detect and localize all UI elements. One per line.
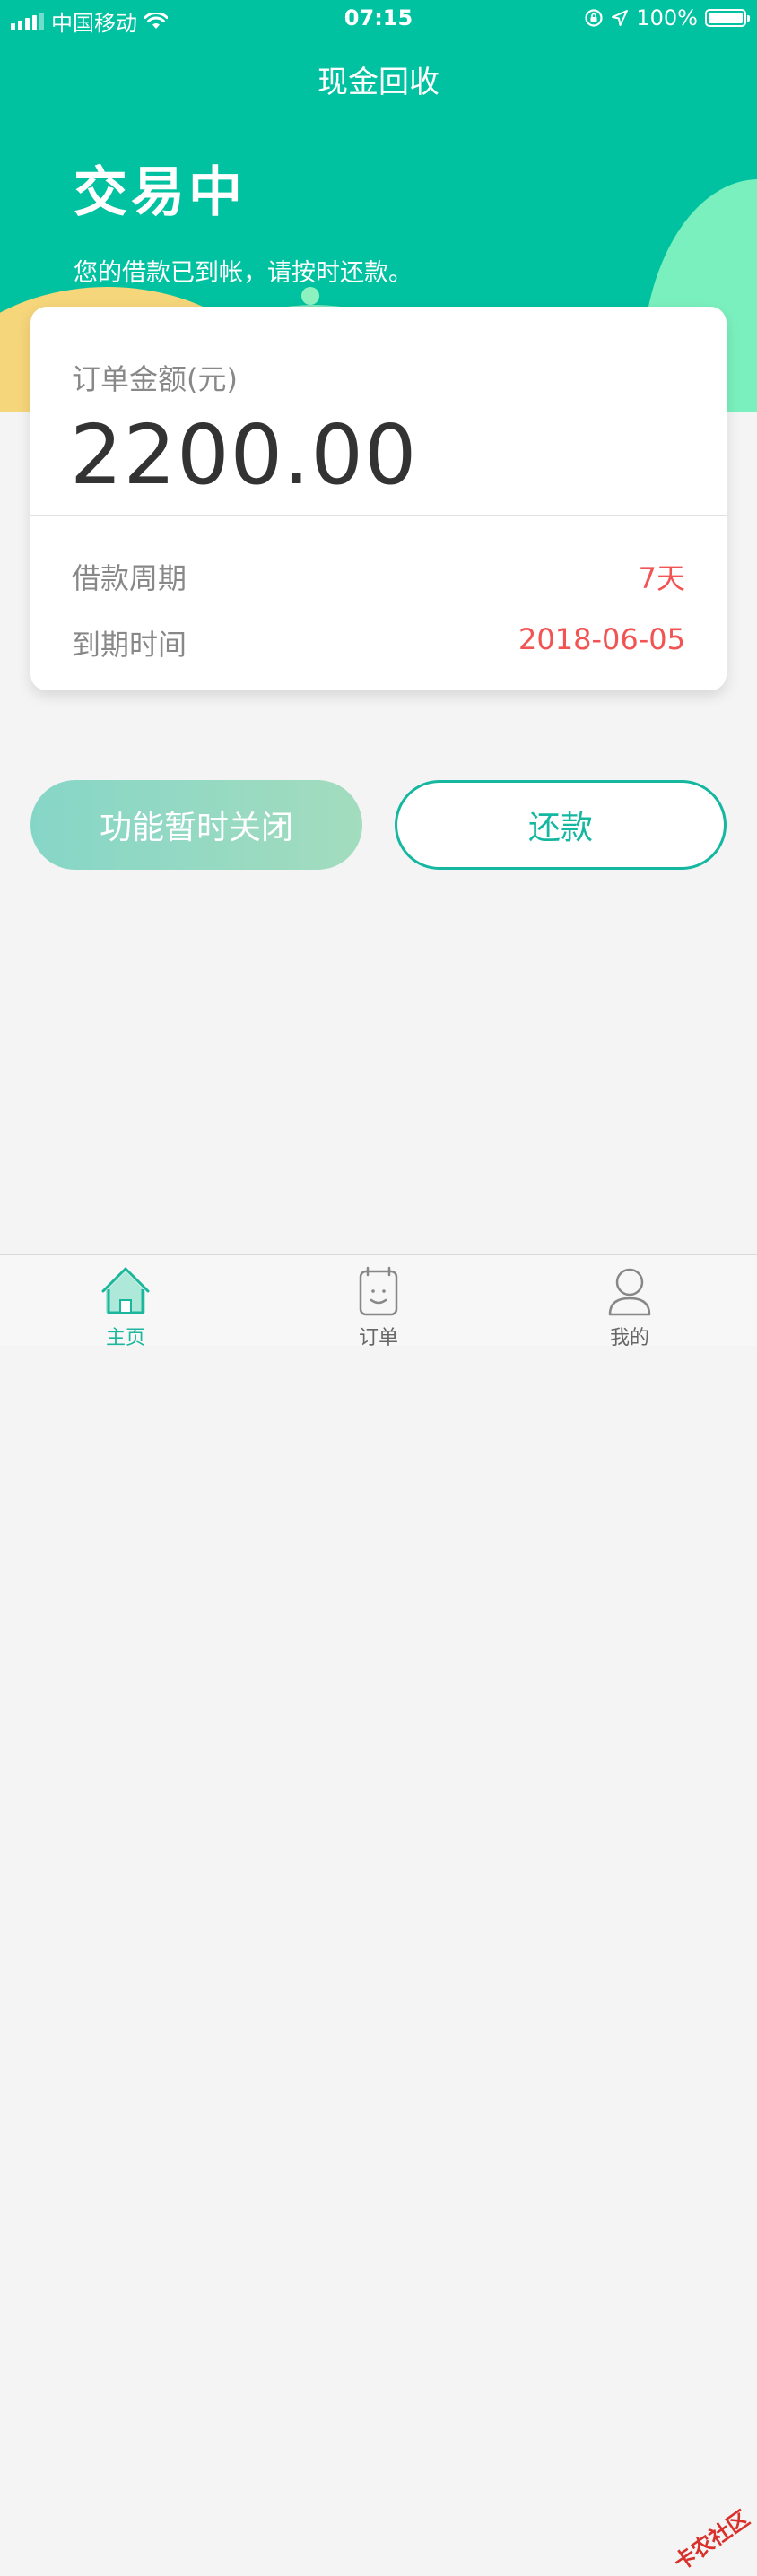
tab-bar: 主页 订单 我的 卡农社区 (0, 1254, 757, 2576)
battery-icon (705, 9, 750, 27)
order-status-description: 您的借款已到帐，请按时还款。 (74, 259, 413, 287)
repay-button[interactable]: 还款 (395, 780, 727, 870)
tab-orders[interactable]: 订单 (325, 1264, 432, 1350)
amount-value: 2200.00 (70, 407, 418, 503)
tab-profile-label: 我的 (609, 1327, 649, 1349)
decor-tree-dot (301, 287, 319, 305)
due-date-value: 2018-06-05 (518, 622, 685, 656)
function-closed-button[interactable]: 功能暂时关闭 (30, 780, 362, 870)
order-status-title: 交易中 (74, 161, 246, 224)
status-bar: 中国移动 07:15 100% (0, 0, 757, 39)
tab-orders-label: 订单 (358, 1327, 398, 1349)
lock-rotation-icon (585, 9, 603, 27)
user-icon (608, 1268, 651, 1316)
home-icon (101, 1267, 150, 1314)
order-icon (359, 1266, 398, 1316)
loan-period-label: 借款周期 (72, 561, 187, 595)
tab-home[interactable]: 主页 (72, 1264, 179, 1350)
battery-label: 100% (636, 5, 698, 30)
watermark: 卡农社区 (669, 2505, 754, 2576)
loan-period-value: 7天 (638, 561, 685, 595)
location-icon (612, 10, 629, 26)
tab-home-label: 主页 (105, 1327, 145, 1349)
tab-profile[interactable]: 我的 (576, 1264, 683, 1350)
card-divider (30, 515, 727, 516)
page-title: 现金回收 (318, 65, 439, 100)
due-date-label: 到期时间 (72, 628, 187, 662)
amount-label: 订单金额(元) (72, 362, 238, 396)
order-card: 订单金额(元) 2200.00 借款周期 7天 到期时间 2018-06-05 (30, 307, 727, 690)
